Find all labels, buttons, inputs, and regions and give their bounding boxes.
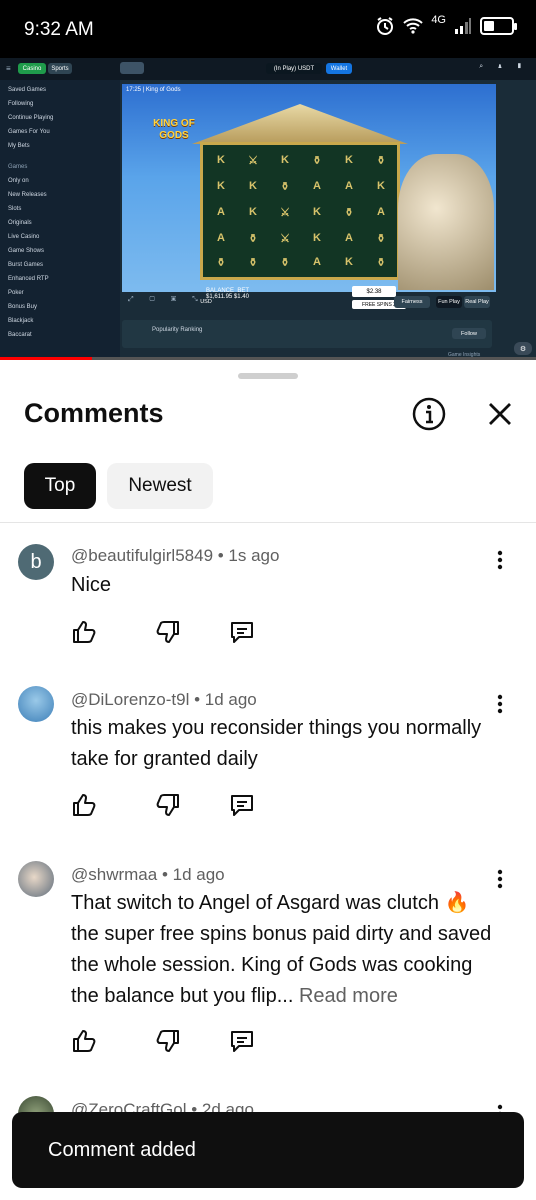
comments-sheet: Comments Top Newest b @beautifulgirl5849… <box>0 360 536 1200</box>
sidebar-item: New Releases <box>8 192 47 198</box>
slot-game: 17:25 | King of Gods KING OF GODS K ⚔ K … <box>122 84 496 292</box>
like-icon[interactable] <box>70 1027 98 1055</box>
status-icons: 4G <box>375 14 517 36</box>
game-controls: ⤢ ▢ ▣ ⤡ USD Fairness Fun Play Real Play <box>120 296 536 314</box>
reply-icon[interactable] <box>228 618 256 646</box>
reply-icon[interactable] <box>228 1027 256 1055</box>
sidebar-item: Blackjack <box>8 318 34 324</box>
dislike-icon[interactable] <box>154 1027 182 1055</box>
status-time: 9:32 AM <box>24 19 94 40</box>
wifi-icon <box>403 18 424 34</box>
like-icon[interactable] <box>70 618 98 646</box>
read-more-link[interactable]: Read more <box>299 985 398 1007</box>
avatar-letter: b <box>30 550 42 573</box>
battery-icon <box>480 17 517 35</box>
comment-item: @ZeroCraftGol • 2d ago <box>0 1094 536 1114</box>
comment-author[interactable]: @shwrmaa • 1d ago <box>71 865 225 885</box>
real-play-button: Real Play <box>464 296 490 308</box>
temple-roof <box>192 104 408 144</box>
comment-text: That switch to Angel of Asgard was clutc… <box>71 888 496 1012</box>
dislike-icon[interactable] <box>154 618 182 646</box>
close-button[interactable] <box>482 396 518 432</box>
chip-top[interactable]: Top <box>24 463 96 509</box>
avatar[interactable]: b <box>18 544 54 580</box>
casino-tab: Casino <box>18 63 46 74</box>
sidebar-item: Originals <box>8 220 32 226</box>
sheet-title: Comments <box>24 398 164 428</box>
snackbar-message: Comment added <box>48 1138 196 1161</box>
video-player[interactable]: ≡ Casino Sports (In Play) USDT Wallet ⌕ … <box>0 58 536 360</box>
sports-tab: Sports <box>48 63 72 74</box>
network-type: 4G <box>431 14 446 26</box>
sidebar-item: Live Casino <box>8 234 40 240</box>
video-settings-icon[interactable]: ⚙ <box>514 342 532 355</box>
info-button[interactable] <box>411 396 447 432</box>
topbar-icons: ⌕ ♟ ▮ <box>479 63 528 70</box>
status-bar: 9:32 AM 4G <box>0 0 536 58</box>
wallet-button: Wallet <box>326 63 352 74</box>
sidebar-item: Saved Games <box>8 87 47 93</box>
sidebar-item: Enhanced RTP <box>8 276 49 282</box>
comment-text: Nice <box>71 574 112 596</box>
sidebar-item: Slots <box>8 206 22 212</box>
sidebar-item: Burst Games <box>8 262 44 268</box>
more-options-icon[interactable] <box>488 548 512 572</box>
comment-text: this makes you reconsider things you nor… <box>71 717 482 770</box>
follow-button: Follow <box>452 328 486 339</box>
casino-sidebar: Saved Games Following Continue Playing G… <box>0 80 120 360</box>
in-play-balance: (In Play) USDT <box>266 63 322 74</box>
avatar[interactable] <box>18 686 54 722</box>
currency-select: USD <box>200 299 212 305</box>
sidebar-item: Games For You <box>8 129 50 135</box>
game-info-card: Popularity Ranking Follow <box>122 320 492 348</box>
comment-author[interactable]: @beautifulgirl5849 • 1s ago <box>71 546 279 566</box>
zeus-figure <box>398 154 494 290</box>
like-icon[interactable] <box>70 791 98 819</box>
dislike-icon[interactable] <box>154 791 182 819</box>
sidebar-item: Game Shows <box>8 248 45 254</box>
comment-author[interactable]: @DiLorenzo-t9l • 1d ago <box>71 690 257 710</box>
sidebar-item: Continue Playing <box>8 115 54 121</box>
comment-body: That switch to Angel of Asgard was clutc… <box>71 892 492 1007</box>
card-title: Popularity Ranking <box>152 327 203 333</box>
sidebar-item: Games <box>8 164 28 170</box>
sidebar-item: Following <box>8 101 34 107</box>
menu-icon: ≡ <box>6 64 11 73</box>
sidebar-item: My Bets <box>8 143 30 149</box>
slot-reels: K ⚔ K ⚱ K ⚱ K K ⚱ A A K A K ⚔ K ⚱ A A ⚱ <box>200 142 400 280</box>
chip-newest[interactable]: Newest <box>107 463 213 509</box>
info-icon <box>412 397 446 431</box>
avatar[interactable] <box>18 861 54 897</box>
divider <box>0 522 536 523</box>
fun-play-button: Fun Play <box>436 296 462 308</box>
sidebar-item: Only on <box>8 178 29 184</box>
fairness-button: Fairness <box>394 296 430 308</box>
signal-icon <box>455 18 471 34</box>
sidebar-item: Bonus Buy <box>8 304 38 310</box>
sidebar-item: Poker <box>8 290 24 296</box>
drag-handle[interactable] <box>238 373 298 379</box>
more-options-icon[interactable] <box>488 692 512 716</box>
casino-topbar: ≡ Casino Sports (In Play) USDT Wallet ⌕ … <box>0 58 536 80</box>
snackbar: Comment added <box>12 1112 524 1188</box>
game-logo: KING OF GODS <box>153 118 195 141</box>
reply-icon[interactable] <box>228 791 256 819</box>
game-label: 17:25 | King of Gods <box>126 87 181 93</box>
alarm-icon <box>377 17 394 35</box>
close-icon <box>489 403 511 425</box>
casino-logo <box>120 62 144 74</box>
sidebar-item: Baccarat <box>8 332 32 338</box>
casino-main: 17:25 | King of Gods KING OF GODS K ⚔ K … <box>120 80 536 360</box>
more-options-icon[interactable] <box>488 867 512 891</box>
